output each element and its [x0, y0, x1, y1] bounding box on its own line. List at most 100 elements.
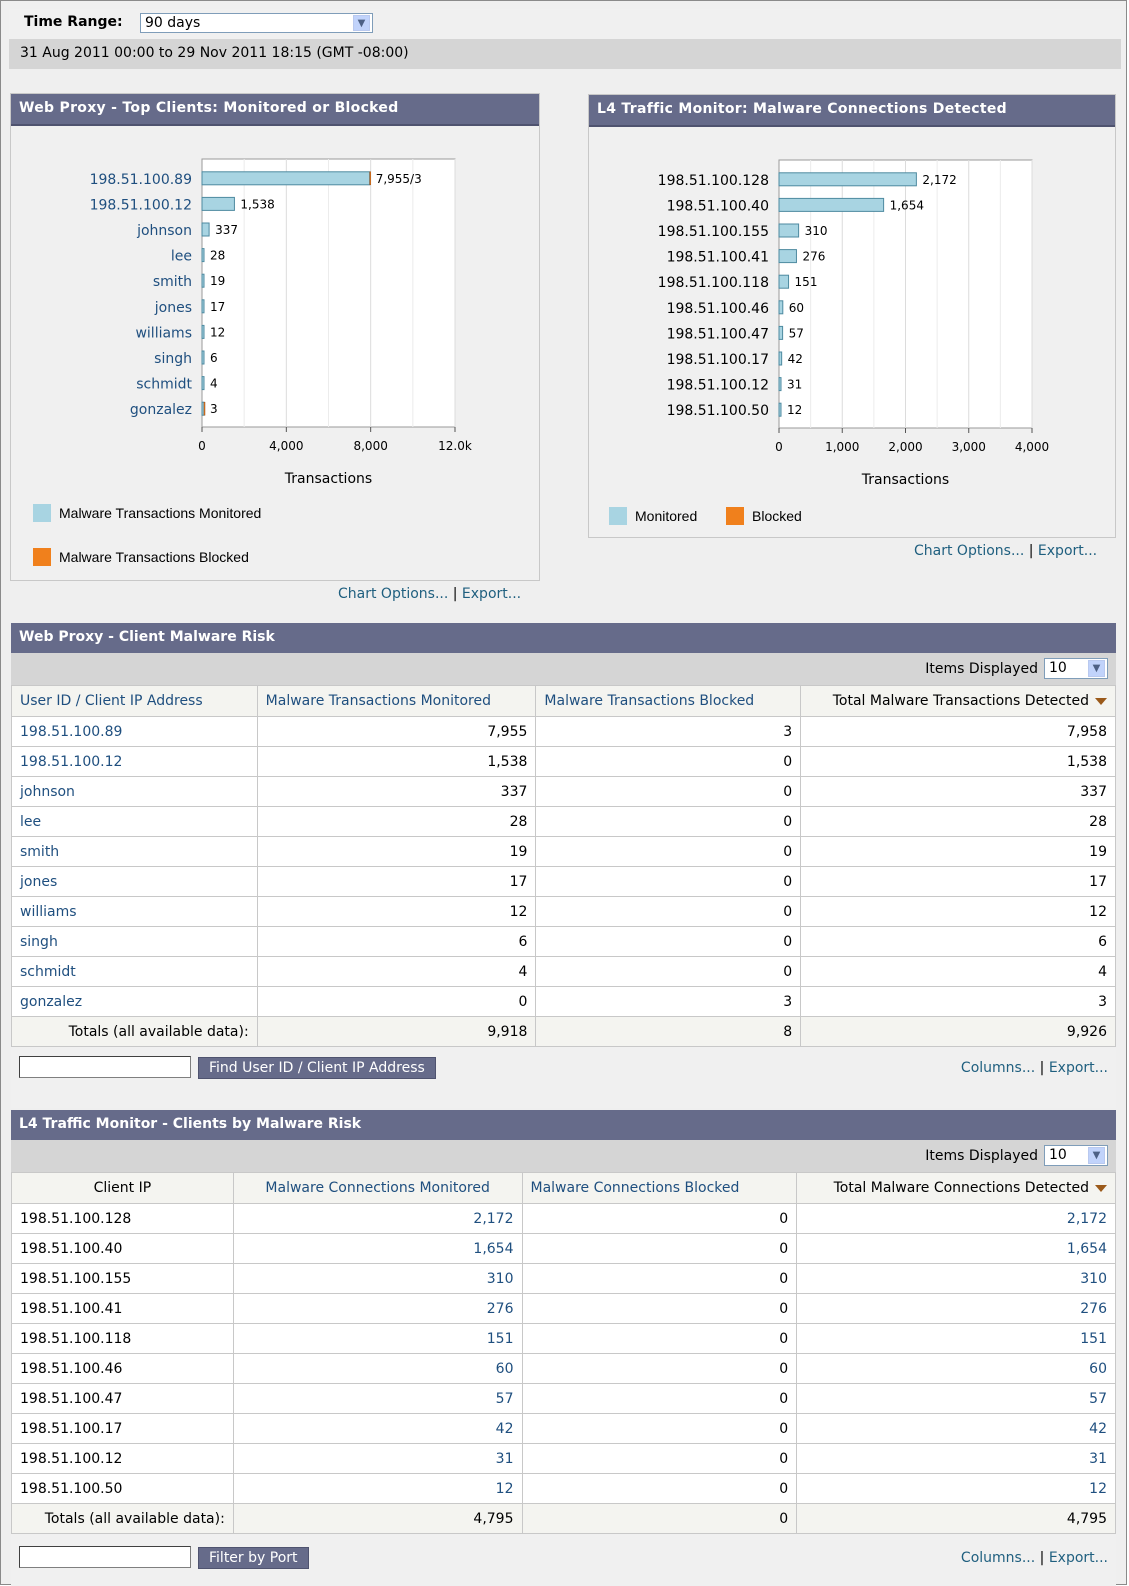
bar-monitored[interactable] [201, 401, 205, 416]
x-tick-label: 0 [775, 440, 783, 454]
export-link[interactable]: Export... [1038, 543, 1097, 559]
cell-blocked: 0 [521, 1473, 798, 1504]
cell-client[interactable]: williams [11, 896, 258, 927]
bar-monitored[interactable] [778, 249, 797, 264]
export-link[interactable]: Export... [462, 586, 521, 602]
category-label[interactable]: johnson [136, 223, 192, 239]
chevron-down-icon[interactable]: ▼ [1088, 660, 1105, 677]
column-header-total[interactable]: Total Malware Transactions Detected [800, 685, 1116, 717]
bar-monitored[interactable] [778, 197, 885, 212]
web-proxy-chart-panel: Web Proxy - Top Clients: Monitored or Bl… [10, 93, 540, 581]
bar-monitored[interactable] [778, 172, 917, 187]
bar-monitored[interactable] [778, 351, 783, 366]
cell-client[interactable]: singh [11, 926, 258, 957]
column-header-monitored[interactable]: Malware Transactions Monitored [256, 685, 537, 717]
cell-total[interactable]: 57 [796, 1383, 1116, 1414]
sort-descending-icon[interactable] [1095, 697, 1107, 705]
category-label[interactable]: jones [154, 300, 192, 316]
bar-monitored[interactable] [778, 223, 800, 238]
cell-monitored[interactable]: 12 [232, 1473, 523, 1504]
bar-blocked[interactable] [369, 171, 371, 186]
column-header-total-label[interactable]: Total Malware Transactions Detected [833, 693, 1089, 709]
filter-port-input[interactable] [19, 1546, 191, 1568]
cell-total[interactable]: 42 [796, 1413, 1116, 1444]
bar-monitored[interactable] [201, 248, 205, 263]
category-label[interactable]: singh [154, 351, 192, 367]
cell-client[interactable]: jones [11, 866, 258, 897]
cell-total[interactable]: 1,654 [796, 1233, 1116, 1264]
column-header-user[interactable]: User ID / Client IP Address [11, 685, 258, 717]
cell-monitored[interactable]: 151 [232, 1323, 523, 1354]
column-header-monitored[interactable]: Malware Connections Monitored [232, 1172, 523, 1204]
cell-monitored[interactable]: 31 [232, 1443, 523, 1474]
cell-client[interactable]: smith [11, 836, 258, 867]
bar-monitored[interactable] [201, 376, 205, 391]
bar-monitored[interactable] [201, 350, 205, 365]
chart-options-link[interactable]: Chart Options... [914, 543, 1024, 559]
l4-chart-panel: L4 Traffic Monitor: Malware Connections … [588, 94, 1116, 538]
cell-monitored[interactable]: 310 [232, 1263, 523, 1294]
bar-monitored[interactable] [778, 325, 784, 340]
items-displayed-select[interactable]: 10 ▼ [1044, 1145, 1108, 1166]
chevron-down-icon[interactable]: ▼ [353, 15, 370, 31]
columns-link[interactable]: Columns... [961, 1060, 1035, 1076]
columns-link[interactable]: Columns... [961, 1550, 1035, 1566]
find-user-button[interactable]: Find User ID / Client IP Address [198, 1057, 436, 1079]
bar-monitored[interactable] [201, 171, 371, 186]
category-label[interactable]: lee [171, 249, 192, 265]
table-row: 198.51.100.47 57 0 57 [11, 1383, 1116, 1414]
cell-client[interactable]: lee [11, 806, 258, 837]
cell-monitored[interactable]: 2,172 [232, 1203, 523, 1234]
cell-total[interactable]: 2,172 [796, 1203, 1116, 1234]
cell-total[interactable]: 31 [796, 1443, 1116, 1474]
cell-client[interactable]: schmidt [11, 956, 258, 987]
cell-total[interactable]: 60 [796, 1353, 1116, 1384]
category-label[interactable]: gonzalez [130, 402, 192, 418]
cell-client[interactable]: gonzalez [11, 986, 258, 1017]
find-user-input[interactable] [19, 1056, 191, 1078]
cell-total[interactable]: 276 [796, 1293, 1116, 1324]
chevron-down-icon[interactable]: ▼ [1088, 1147, 1105, 1164]
data-label: 4 [210, 377, 218, 391]
bar-monitored[interactable] [201, 324, 205, 339]
bar-monitored[interactable] [201, 299, 205, 314]
table-row: 198.51.100.155 310 0 310 [11, 1263, 1116, 1294]
cell-monitored[interactable]: 57 [232, 1383, 523, 1414]
cell-total[interactable]: 12 [796, 1473, 1116, 1504]
bar-monitored[interactable] [201, 273, 205, 288]
bar-monitored[interactable] [778, 300, 784, 315]
cell-monitored[interactable]: 42 [232, 1413, 523, 1444]
bar-monitored[interactable] [201, 196, 235, 211]
bar-monitored[interactable] [778, 377, 782, 392]
export-link[interactable]: Export... [1049, 1060, 1108, 1076]
cell-client[interactable]: 198.51.100.12 [11, 746, 258, 777]
column-header-total[interactable]: Total Malware Connections Detected [796, 1172, 1116, 1204]
chart-options-link[interactable]: Chart Options... [338, 586, 448, 602]
cell-monitored[interactable]: 276 [232, 1293, 523, 1324]
column-header-blocked[interactable]: Malware Transactions Blocked [535, 685, 802, 717]
category-label[interactable]: 198.51.100.12 [90, 197, 192, 213]
category-label[interactable]: williams [135, 325, 192, 341]
bar-monitored[interactable] [778, 402, 782, 417]
items-displayed-select[interactable]: 10 ▼ [1044, 658, 1108, 679]
cell-total[interactable]: 151 [796, 1323, 1116, 1354]
category-label[interactable]: 198.51.100.89 [90, 172, 192, 188]
column-header-blocked[interactable]: Malware Connections Blocked [521, 1172, 798, 1204]
cell-client: 198.51.100.40 [11, 1233, 234, 1264]
sort-descending-icon[interactable] [1095, 1184, 1107, 1192]
column-header-total-label[interactable]: Total Malware Connections Detected [834, 1180, 1089, 1196]
time-range-select[interactable]: 90 days ▼ [140, 13, 373, 33]
filter-by-port-button[interactable]: Filter by Port [198, 1547, 309, 1569]
category-label[interactable]: smith [153, 274, 192, 290]
category-label[interactable]: schmidt [136, 377, 192, 393]
cell-monitored[interactable]: 60 [232, 1353, 523, 1384]
export-link[interactable]: Export... [1049, 1550, 1108, 1566]
bar-monitored[interactable] [201, 222, 210, 237]
cell-client[interactable]: 198.51.100.89 [11, 716, 258, 747]
bar-monitored[interactable] [778, 274, 790, 289]
cell-total[interactable]: 310 [796, 1263, 1116, 1294]
bar-blocked[interactable] [203, 401, 206, 416]
cell-client[interactable]: johnson [11, 776, 258, 807]
totals-label: Totals (all available data): [11, 1503, 234, 1534]
cell-monitored[interactable]: 1,654 [232, 1233, 523, 1264]
